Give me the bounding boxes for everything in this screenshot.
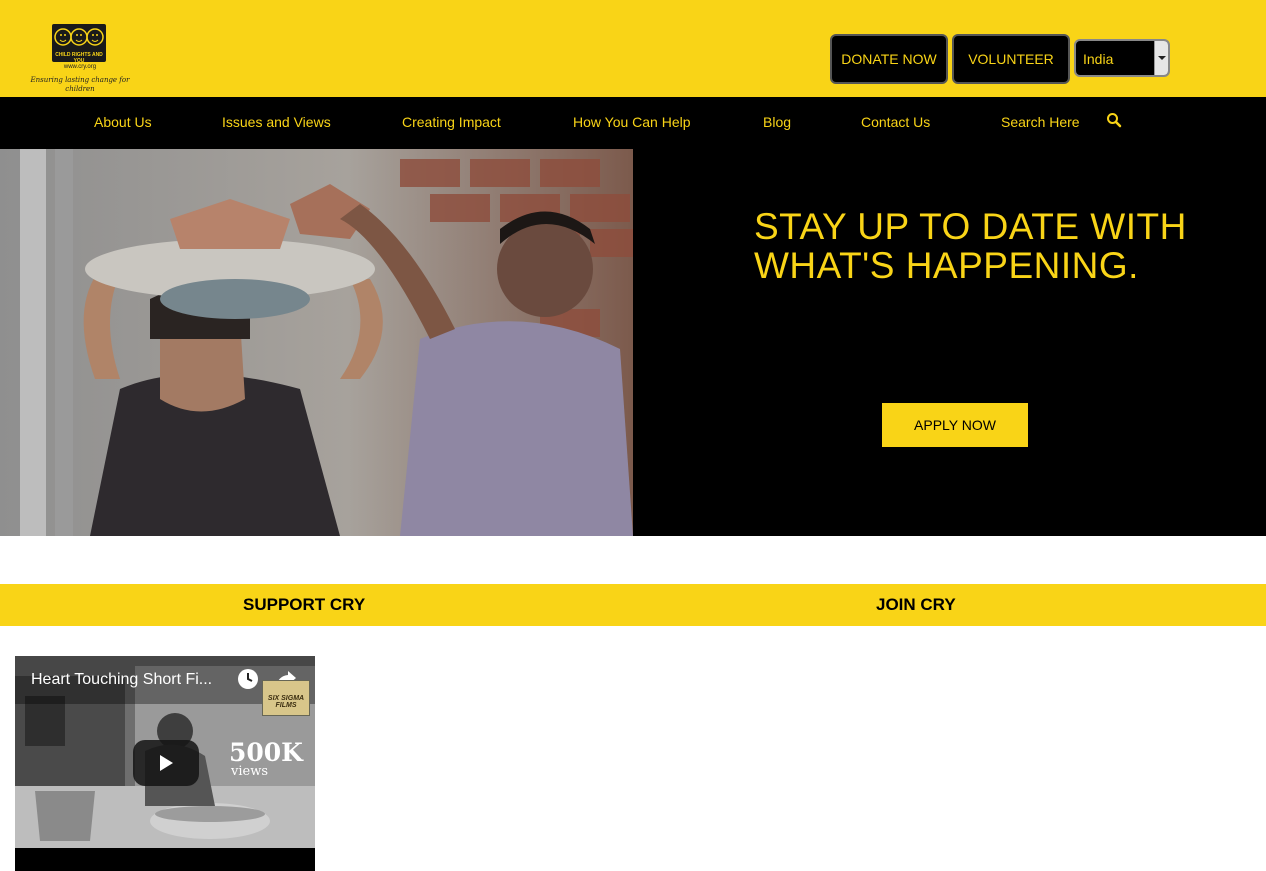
hero-title: STAY UP TO DATE WITH WHAT'S HAPPENING. <box>754 206 1187 286</box>
logo-tagline: Ensuring lasting change for children <box>30 76 130 93</box>
nav-item-contact-us[interactable]: Contact Us <box>861 114 930 130</box>
channel-badge: SIX SIGMA FILMS <box>262 680 310 716</box>
channel-badge-text: SIX SIGMA FILMS <box>267 695 305 709</box>
country-select[interactable]: India <box>1074 39 1170 77</box>
donate-now-button[interactable]: DONATE NOW <box>830 34 948 84</box>
video-views-number: 500K <box>229 738 303 767</box>
country-select-value: India <box>1083 51 1114 67</box>
video-title[interactable]: Heart Touching Short Fi... <box>31 671 212 689</box>
logo-mark: CHILD RIGHTS AND YOU <box>52 24 106 64</box>
nav-item-issues-and-views[interactable]: Issues and Views <box>222 114 331 130</box>
clock-icon[interactable] <box>237 668 259 690</box>
logo-url: www.cry.org <box>63 64 97 70</box>
logo-faces-icon <box>54 28 104 46</box>
logo-subtitle: CHILD RIGHTS AND YOU <box>55 52 103 64</box>
cry-logo[interactable]: CHILD RIGHTS AND YOU www.cry.org Ensurin… <box>28 18 132 96</box>
support-cry-tab[interactable]: SUPPORT CRY <box>243 595 365 615</box>
join-cry-tab[interactable]: JOIN CRY <box>876 595 956 615</box>
hero-panel: STAY UP TO DATE WITH WHAT'S HAPPENING. A… <box>633 149 1266 536</box>
chevron-down-icon[interactable] <box>1154 41 1168 75</box>
site-header: CHILD RIGHTS AND YOU www.cry.org Ensurin… <box>0 0 1266 97</box>
main-nav: About Us Issues and Views Creating Impac… <box>0 97 1266 149</box>
video-views-label: views <box>231 764 268 779</box>
nav-item-about-us[interactable]: About Us <box>94 114 152 130</box>
volunteer-button[interactable]: VOLUNTEER <box>952 34 1070 84</box>
search-icon[interactable] <box>1106 112 1122 128</box>
nav-item-how-you-can-help[interactable]: How You Can Help <box>573 114 691 130</box>
apply-now-button[interactable]: APPLY NOW <box>882 403 1028 447</box>
play-icon[interactable] <box>133 740 199 786</box>
nav-search-input[interactable]: Search Here <box>1001 114 1080 130</box>
nav-item-creating-impact[interactable]: Creating Impact <box>402 114 501 130</box>
children-carrying-bricks-photo <box>0 149 633 536</box>
nav-item-blog[interactable]: Blog <box>763 114 791 130</box>
support-join-bar: SUPPORT CRY JOIN CRY <box>0 584 1266 626</box>
video-embed[interactable]: Heart Touching Short Fi... SIX SIGMA FIL… <box>15 656 315 871</box>
hero-image <box>0 149 633 536</box>
